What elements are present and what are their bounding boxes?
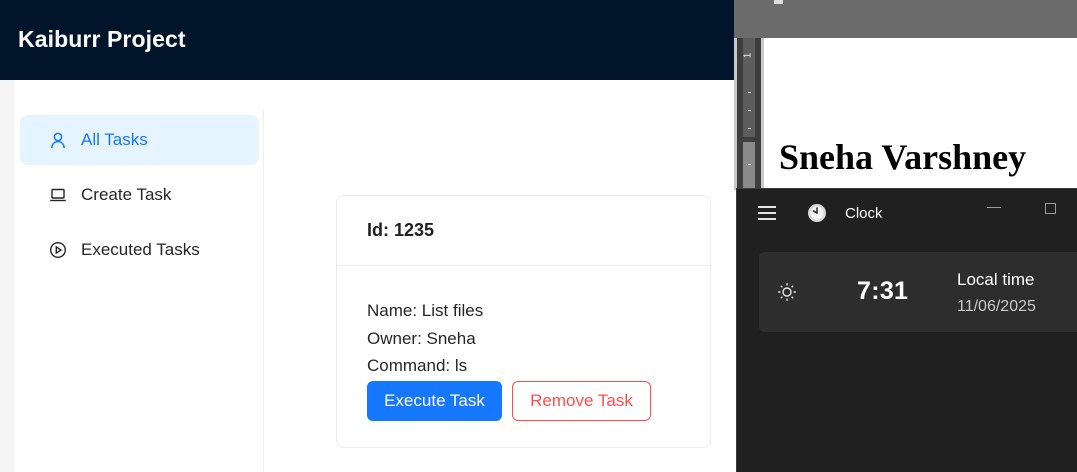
clock-window: Clock 7:31 Local time 11/06/2025 <box>736 188 1077 472</box>
task-details: Name: List files Owner: Sneha Command: l… <box>337 266 710 421</box>
ruler-tick <box>748 128 751 129</box>
ruler-tick <box>748 92 751 93</box>
task-card: Id: 1235 Name: List files Owner: Sneha C… <box>336 195 711 448</box>
clock-app-logo-icon <box>808 204 826 222</box>
sun-icon <box>778 283 796 301</box>
scroll-thumb[interactable] <box>774 0 783 4</box>
document-page[interactable]: Sneha Varshney <box>764 38 1077 190</box>
ruler-body <box>743 142 755 190</box>
clock-window-title: Clock <box>845 205 883 222</box>
menu-item-executed-tasks[interactable]: Executed Tasks <box>20 225 259 275</box>
menu-item-all-tasks[interactable]: All Tasks <box>20 115 259 165</box>
clock-label: Local time <box>957 270 1035 289</box>
vertical-ruler: 1 <box>737 38 761 190</box>
task-owner: Owner: Sneha <box>367 328 476 348</box>
menu-item-label: Executed Tasks <box>81 240 200 259</box>
minimize-icon[interactable] <box>987 207 1001 208</box>
local-time-card[interactable]: 7:31 Local time 11/06/2025 <box>759 252 1077 332</box>
app-header: Kaiburr Project <box>0 0 734 80</box>
task-name: Name: List files <box>367 301 484 320</box>
menu-item-label: All Tasks <box>81 130 148 149</box>
task-command: Command: ls <box>367 356 468 375</box>
execute-task-button[interactable]: Execute Task <box>367 380 502 421</box>
hamburger-menu-icon[interactable] <box>758 206 776 220</box>
clock-time: 7:31 <box>857 277 909 305</box>
menu-item-create-task[interactable]: Create Task <box>20 170 259 220</box>
document-heading: Sneha Varshney <box>779 137 1027 177</box>
ruler-tick <box>748 110 751 111</box>
app-content: All Tasks Create Task Executed Tasks Id:… <box>14 80 734 472</box>
web-app-window: Kaiburr Project All Tasks Create Task Ex… <box>0 0 734 472</box>
remove-task-button[interactable]: Remove Task <box>512 380 651 421</box>
clock-date: 11/06/2025 <box>957 298 1036 315</box>
sidebar-menu: All Tasks Create Task Executed Tasks <box>14 110 264 472</box>
user-icon <box>49 131 67 149</box>
app-title: Kaiburr Project <box>18 26 186 52</box>
menu-item-label: Create Task <box>81 185 172 204</box>
task-actions: Execute Task Remove Task <box>367 380 710 421</box>
document-toolbar <box>734 0 1077 38</box>
ruler-number: 1 <box>742 52 754 59</box>
clock-titlebar: Clock <box>737 189 1077 237</box>
play-circle-icon <box>49 241 67 259</box>
laptop-icon <box>49 186 67 204</box>
document-window: 1 Sneha Varshney <box>734 0 1077 190</box>
ruler-tick <box>748 164 751 165</box>
maximize-icon[interactable] <box>1045 203 1056 214</box>
task-id: Id: 1235 <box>337 196 710 266</box>
